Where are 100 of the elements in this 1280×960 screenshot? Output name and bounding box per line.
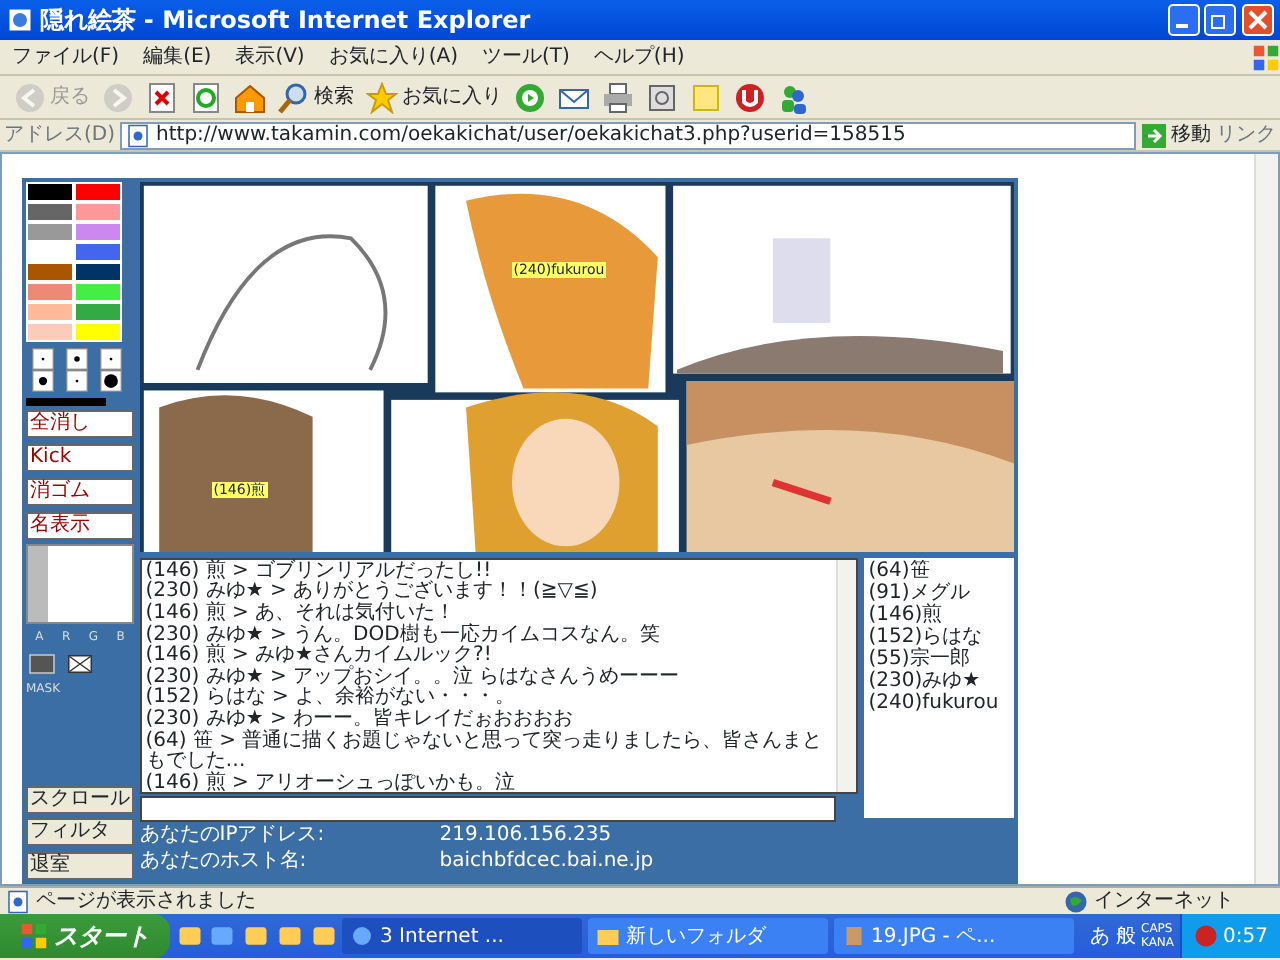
taskbar-button[interactable]: 19.JPG - ペ... xyxy=(833,918,1074,954)
folder-icon xyxy=(596,924,620,948)
chat-message: (64) 笹 > 普通に描くお題じゃないと思って突っ走りましたら、皆さんまともでした… xyxy=(145,731,825,773)
menu-item[interactable]: ツール(T) xyxy=(470,42,582,72)
tool-button[interactable]: Kick xyxy=(26,444,134,472)
chat-message: (146) 煎 > ゴブリンリアルだったし!! xyxy=(145,561,494,582)
chat-message: (230) みゆ★ > ありがとうございます！！(≧▽≦) xyxy=(145,582,600,603)
close-icon[interactable] xyxy=(1242,4,1274,36)
chat-input[interactable] xyxy=(139,795,836,821)
window-icon[interactable] xyxy=(646,81,678,113)
go-button[interactable]: 移動 xyxy=(1170,120,1211,150)
info-value: 219.106.156.235 xyxy=(439,826,612,847)
filter-button[interactable]: フィルタ xyxy=(26,818,134,847)
app-icon xyxy=(6,6,34,34)
pen-size-icon[interactable] xyxy=(26,369,60,392)
scroll-button[interactable]: スクロール xyxy=(26,785,134,813)
color-swatch[interactable] xyxy=(74,282,122,302)
chat-message: (230) みゆ★ > わーー。皆キレイだぉおおおお xyxy=(145,709,576,730)
address-field[interactable]: http://www.takamin.com/oekakichat/user/oekakichat3.php?userid=158515 xyxy=(120,121,1136,149)
chat-message: (230) みゆ★ > うん。DOD樹も一応カイムコスなん。笑 xyxy=(145,625,662,646)
app-icon[interactable] xyxy=(275,922,304,950)
page-icon xyxy=(6,889,30,913)
info-label: あなたのIPアドレス: xyxy=(139,826,327,847)
start-button[interactable]: スタート xyxy=(0,914,170,958)
printer-icon[interactable] xyxy=(602,81,634,113)
color-swatch[interactable] xyxy=(74,242,122,262)
layer-icon[interactable] xyxy=(26,651,58,676)
windows-logo-icon xyxy=(20,922,48,950)
color-swatch[interactable] xyxy=(74,222,122,242)
tool-button[interactable]: 名表示 xyxy=(26,511,134,539)
menu-item[interactable]: 編集(E) xyxy=(131,42,224,72)
info-label: あなたのホスト名: xyxy=(139,852,309,872)
tool-button[interactable]: 消ゴム xyxy=(26,477,134,506)
globe-icon xyxy=(1064,889,1089,913)
ie-icon xyxy=(350,924,375,948)
go-icon[interactable] xyxy=(1141,123,1165,147)
pen-size-icon[interactable] xyxy=(60,347,94,370)
desktop-icon[interactable] xyxy=(175,922,203,950)
stop-icon[interactable] xyxy=(146,81,178,113)
user-name: (91)メグル xyxy=(868,581,972,604)
menu-item[interactable]: 表示(V) xyxy=(223,42,317,72)
exit-button[interactable]: 退室 xyxy=(26,852,134,880)
user-name: (240)fukurou xyxy=(868,691,1001,714)
color-swatch[interactable] xyxy=(26,282,74,302)
info-value: baichbfdcec.bai.ne.jp xyxy=(439,852,654,872)
color-swatch[interactable] xyxy=(26,322,74,342)
line-width-icon[interactable] xyxy=(26,397,106,405)
folder-icon[interactable] xyxy=(309,922,337,950)
color-swatch[interactable] xyxy=(26,242,74,262)
star-icon xyxy=(366,81,398,113)
color-swatch[interactable] xyxy=(74,202,122,222)
search-icon xyxy=(278,81,310,113)
search-button[interactable]: 検索 xyxy=(272,81,360,113)
color-swatch[interactable] xyxy=(26,202,74,222)
ie-icon[interactable] xyxy=(208,922,237,950)
user-name: (55)宗一郎 xyxy=(868,647,972,670)
minimize-icon[interactable] xyxy=(1167,4,1199,36)
status-text: ページが表示されました xyxy=(35,887,258,916)
people-icon[interactable] xyxy=(778,81,810,113)
menu-item[interactable]: ヘルプ(H) xyxy=(581,42,697,72)
refresh-icon[interactable] xyxy=(190,81,222,113)
user-name: (230)みゆ★ xyxy=(868,669,983,692)
ime-indicator[interactable]: 般 xyxy=(1115,921,1136,951)
color-swatch[interactable] xyxy=(26,222,74,242)
pen-size-icon[interactable] xyxy=(94,369,128,392)
menu-item[interactable]: お気に入り(A) xyxy=(316,42,470,72)
color-swatch[interactable] xyxy=(74,182,122,202)
windows-logo-icon xyxy=(1252,43,1280,71)
media-icon[interactable] xyxy=(514,81,546,113)
chat-message: (152) らはな > よ、余裕がない・・・。 xyxy=(145,688,518,709)
zone-text: インターネット xyxy=(1094,888,1236,916)
user-name: (64)笹 xyxy=(868,559,932,582)
ime-indicator[interactable]: あ xyxy=(1090,921,1110,951)
stop-sign-icon[interactable] xyxy=(734,81,766,113)
clock: 0:57 xyxy=(1223,923,1268,951)
tool-button[interactable]: 全消し xyxy=(26,410,134,439)
mask-icon[interactable] xyxy=(63,651,96,676)
chat-message: (146) 煎 > みゆ★さんカイムルック?! xyxy=(145,646,494,667)
restore-icon[interactable] xyxy=(1204,4,1237,36)
color-swatch[interactable] xyxy=(26,182,74,202)
taskbar-button[interactable]: 新しいフォルダ xyxy=(588,918,828,954)
scrollbar[interactable] xyxy=(835,559,857,792)
menu-item[interactable]: ファイル(F) xyxy=(0,42,132,72)
color-swatch[interactable] xyxy=(26,302,74,322)
window-title: 隠れ絵茶 - Microsoft Internet Explorer xyxy=(39,4,533,38)
color-swatch[interactable] xyxy=(74,302,122,322)
folder-icon[interactable] xyxy=(242,922,270,950)
color-swatch[interactable] xyxy=(74,262,122,282)
user-name: (152)らはな xyxy=(868,625,985,648)
favorites-button[interactable]: お気に入り xyxy=(360,81,508,113)
scrollbar[interactable] xyxy=(1254,154,1278,884)
links-label[interactable]: リンク xyxy=(1216,120,1276,150)
color-swatch[interactable] xyxy=(74,322,122,342)
home-icon[interactable] xyxy=(234,81,266,113)
address-label: アドレス(D) xyxy=(4,122,116,150)
taskbar-button[interactable]: 3 Internet ... xyxy=(342,918,583,954)
tray-icon[interactable] xyxy=(1193,924,1218,948)
color-swatch[interactable] xyxy=(26,262,74,282)
chat-message: (230) みゆ★ > アップおシイ。。泣 らはなさんうめーーー xyxy=(145,667,682,688)
slider-fill[interactable] xyxy=(28,546,49,623)
